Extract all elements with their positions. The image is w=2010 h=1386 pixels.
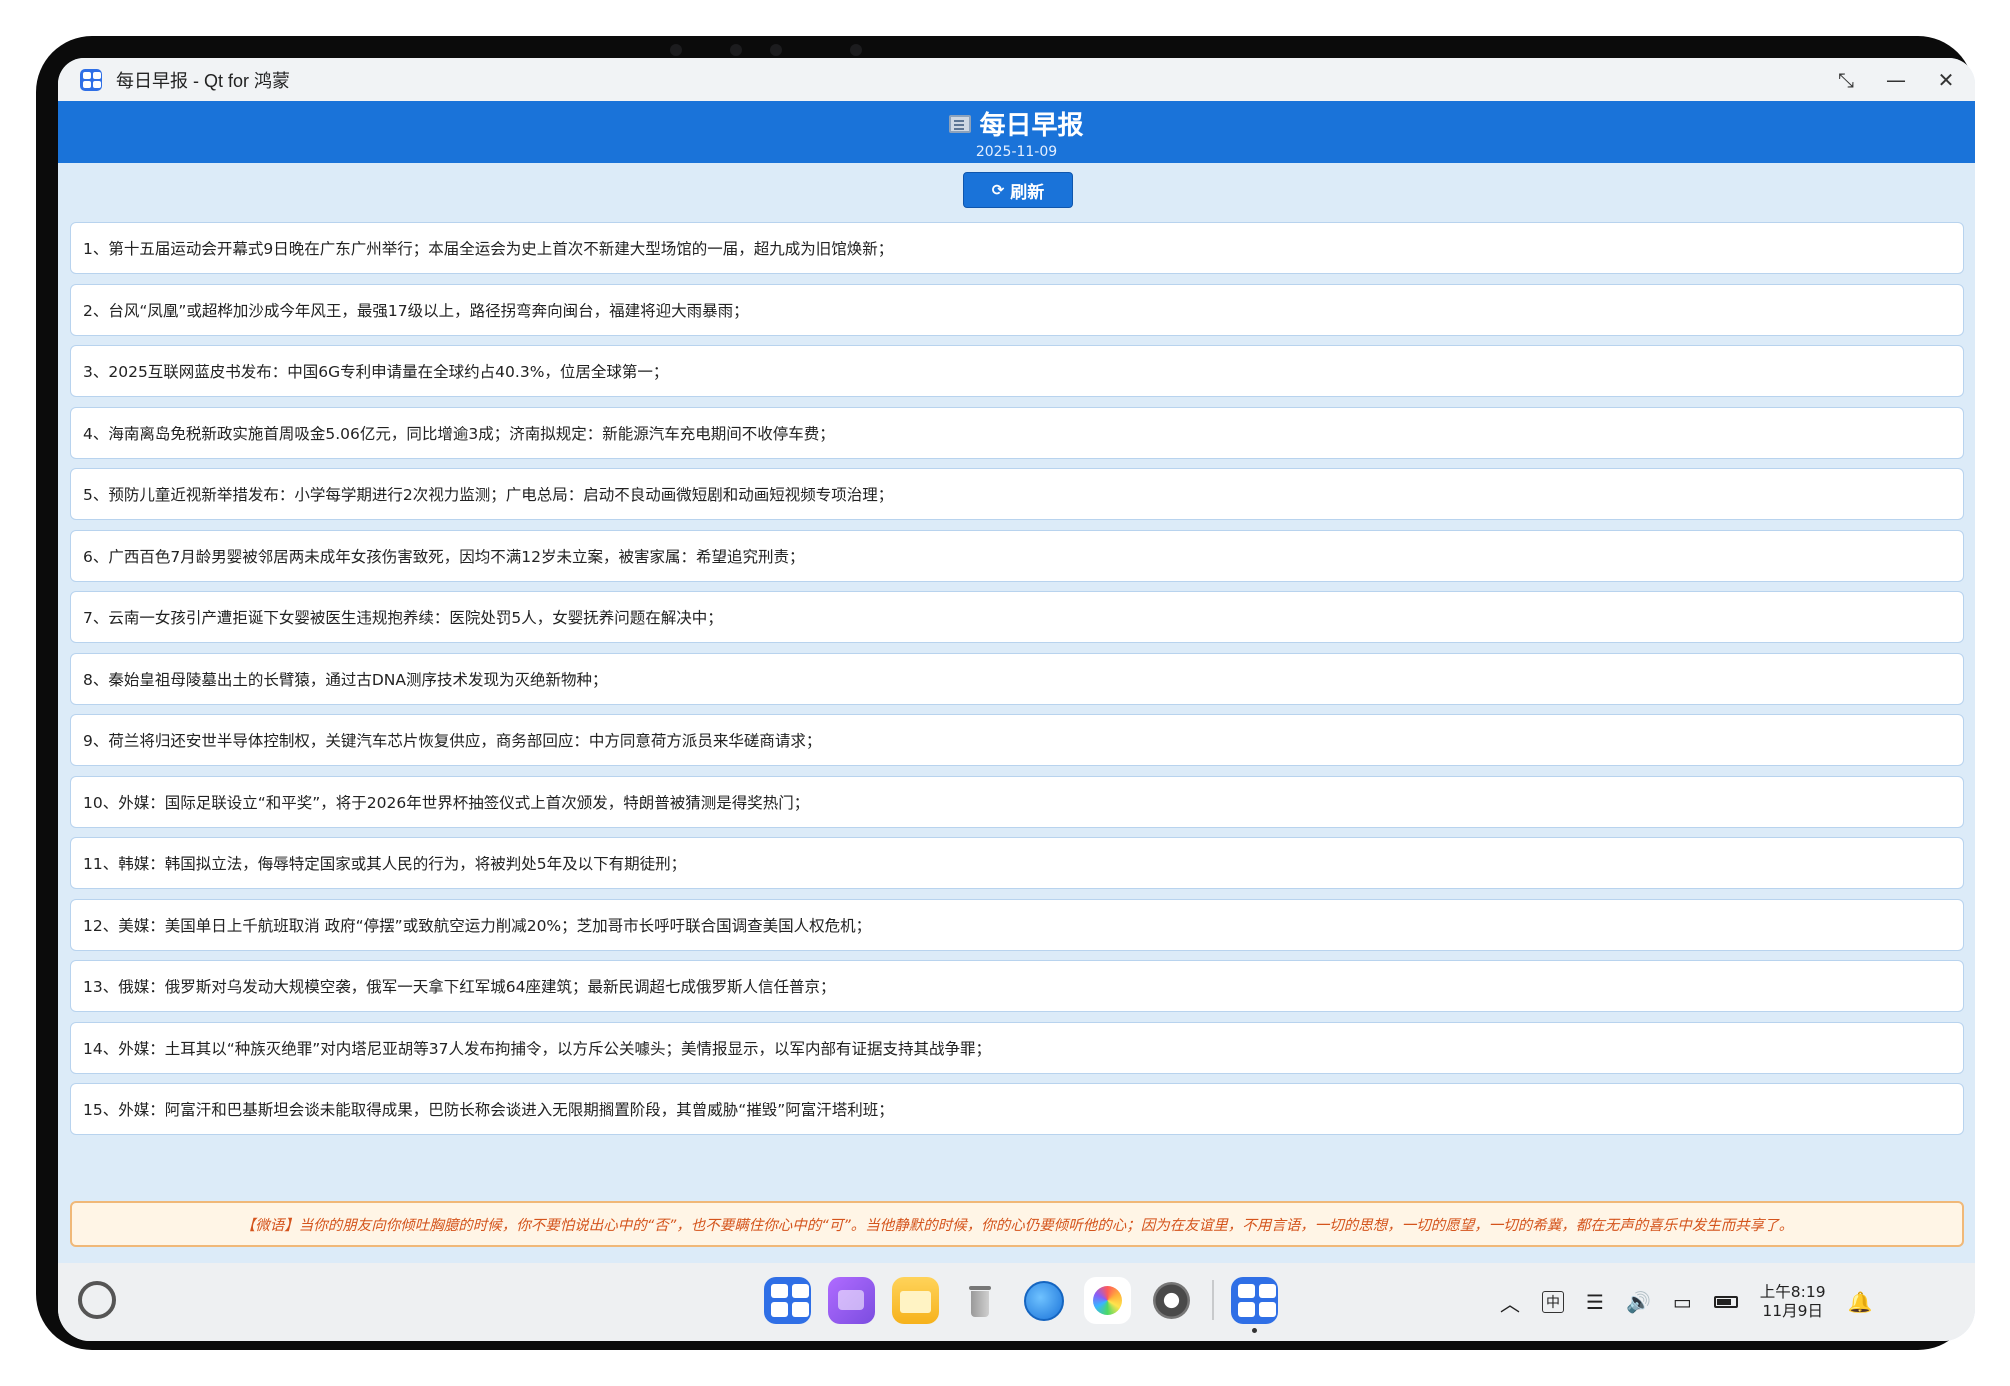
clock-date: 11月9日 — [1762, 1302, 1823, 1320]
browser-icon[interactable] — [1020, 1277, 1067, 1324]
camera-dot — [850, 44, 862, 56]
news-item[interactable]: 13、俄媒：俄罗斯对乌发动大规模空袭，俄军一天拿下红军城64座建筑；最新民调超七… — [70, 960, 1964, 1012]
news-item[interactable]: 8、秦始皇祖母陵墓出土的长臂猿，通过古DNA测序技术发现为灭绝新物种； — [70, 652, 1964, 705]
newspaper-icon — [949, 114, 972, 133]
multitask-icon[interactable] — [828, 1276, 875, 1324]
restore-button[interactable]: ⤡ — [1835, 68, 1857, 92]
ime-indicator[interactable]: 中 — [1542, 1291, 1564, 1313]
camera-dot — [670, 44, 682, 56]
header-title-row: 每日早报 — [58, 105, 1975, 142]
news-item[interactable]: 2、台风“凤凰”或超桦加沙成今年风王，最强17级以上，路径拐弯奔向闽台，福建将迎… — [70, 283, 1964, 336]
clipboard-icon[interactable]: ☰ — [1586, 1290, 1604, 1314]
refresh-label: 刷新 — [1010, 182, 1045, 203]
news-item[interactable]: 7、云南一女孩引产遭拒诞下女婴被医生违规抱养续：医院处罚5人，女婴抚养问题在解决… — [70, 591, 1964, 643]
header-date: 2025-11-09 — [975, 144, 1058, 160]
app-header: 每日早报 2025-11-09 — [58, 101, 1975, 163]
dock — [764, 1275, 1278, 1333]
display-icon[interactable]: ▭ — [1673, 1290, 1692, 1314]
news-item[interactable]: 11、韩媒：韩国拟立法，侮辱特定国家或其人民的行为，将被判处5年及以下有期徒刑； — [70, 837, 1964, 889]
news-item[interactable]: 6、广西百色7月龄男婴被邻居两未成年女孩伤害致死，因均不满12岁未立案，被害家属… — [70, 529, 1964, 582]
dock-separator — [1212, 1280, 1214, 1320]
window-titlebar: 每日早报 - Qt for 鸿蒙 ⤡ — ✕ — [58, 58, 1975, 101]
daily-quote: 【微语】当你的朋友向你倾吐胸臆的时候，你不要怕说出心中的“否”，也不要瞒住你心中… — [70, 1201, 1964, 1247]
window-title: 每日早报 - Qt for 鸿蒙 — [116, 70, 291, 91]
home-circle-button[interactable] — [78, 1281, 116, 1319]
trash-icon[interactable] — [956, 1277, 1003, 1324]
screen: 每日早报 - Qt for 鸿蒙 ⤡ — ✕ 每日早报 2025-11-09 ⟳… — [58, 58, 1975, 1341]
taskbar: ︿ 中 ☰ 🔊 ▭ 上午8:19 11月9日 🔔 — [58, 1263, 1975, 1341]
bell-icon[interactable]: 🔔 — [1848, 1290, 1873, 1314]
news-item[interactable]: 9、荷兰将归还安世半导体控制权，关键汽车芯片恢复供应，商务部回应：中方同意荷方派… — [70, 714, 1964, 766]
news-item[interactable]: 1、第十五届运动会开幕式9日晚在广东广州举行；本届全运会为史上首次不新建大型场馆… — [70, 222, 1964, 274]
volume-icon[interactable]: 🔊 — [1626, 1290, 1651, 1314]
news-item[interactable]: 12、美媒：美国单日上千航班取消 政府“停摆”或致航空运力削减20%；芝加哥市长… — [70, 898, 1964, 951]
page-title: 每日早报 — [979, 111, 1084, 141]
minimize-button[interactable]: — — [1885, 68, 1907, 92]
active-indicator — [1252, 1327, 1257, 1333]
refresh-icon: ⟳ — [991, 181, 1005, 199]
news-item[interactable]: 15、外媒：阿富汗和巴基斯坦会谈未能取得成果，巴防长称会谈进入无限期搁置阶段，其… — [70, 1083, 1964, 1135]
close-button[interactable]: ✕ — [1935, 68, 1957, 92]
news-list: 1、第十五届运动会开幕式9日晚在广东广州举行；本届全运会为史上首次不新建大型场馆… — [70, 222, 1964, 1145]
refresh-button[interactable]: ⟳ 刷新 — [963, 172, 1073, 208]
window-controls: ⤡ — ✕ — [1835, 58, 1957, 101]
news-item[interactable]: 14、外媒：土耳其以“种族灭绝罪”对内塔尼亚胡等37人发布拘捕令，以方斥公关噱头… — [70, 1021, 1964, 1074]
settings-icon[interactable] — [1148, 1277, 1195, 1324]
chevron-up-icon[interactable]: ︿ — [1500, 1288, 1520, 1317]
battery-icon[interactable] — [1713, 1296, 1738, 1308]
running-app-icon[interactable] — [1231, 1276, 1278, 1333]
clock-time: 上午8:19 — [1759, 1283, 1826, 1301]
app-center-icon[interactable] — [764, 1276, 811, 1324]
photos-icon[interactable] — [1084, 1276, 1131, 1324]
news-item[interactable]: 4、海南离岛免税新政实施首周吸金5.06亿元，同比增逾3成；济南拟规定：新能源汽… — [70, 406, 1964, 459]
files-icon[interactable] — [892, 1276, 939, 1324]
news-item[interactable]: 3、2025互联网蓝皮书发布：中国6G专利申请量在全球约占40.3%，位居全球第… — [70, 345, 1964, 397]
app-grid-icon — [80, 68, 102, 91]
news-item[interactable]: 5、预防儿童近视新举措发布：小学每学期进行2次视力监测；广电总局：启动不良动画微… — [70, 468, 1964, 520]
system-tray: ︿ 中 ☰ 🔊 ▭ 上午8:19 11月9日 🔔 — [1500, 1263, 1872, 1341]
clock[interactable]: 上午8:19 11月9日 — [1760, 1283, 1826, 1321]
camera-dot — [770, 44, 782, 56]
camera-dot — [730, 44, 742, 56]
news-item[interactable]: 10、外媒：国际足联设立“和平奖”，将于2026年世界杯抽签仪式上首次颁发，特朗… — [70, 775, 1964, 828]
